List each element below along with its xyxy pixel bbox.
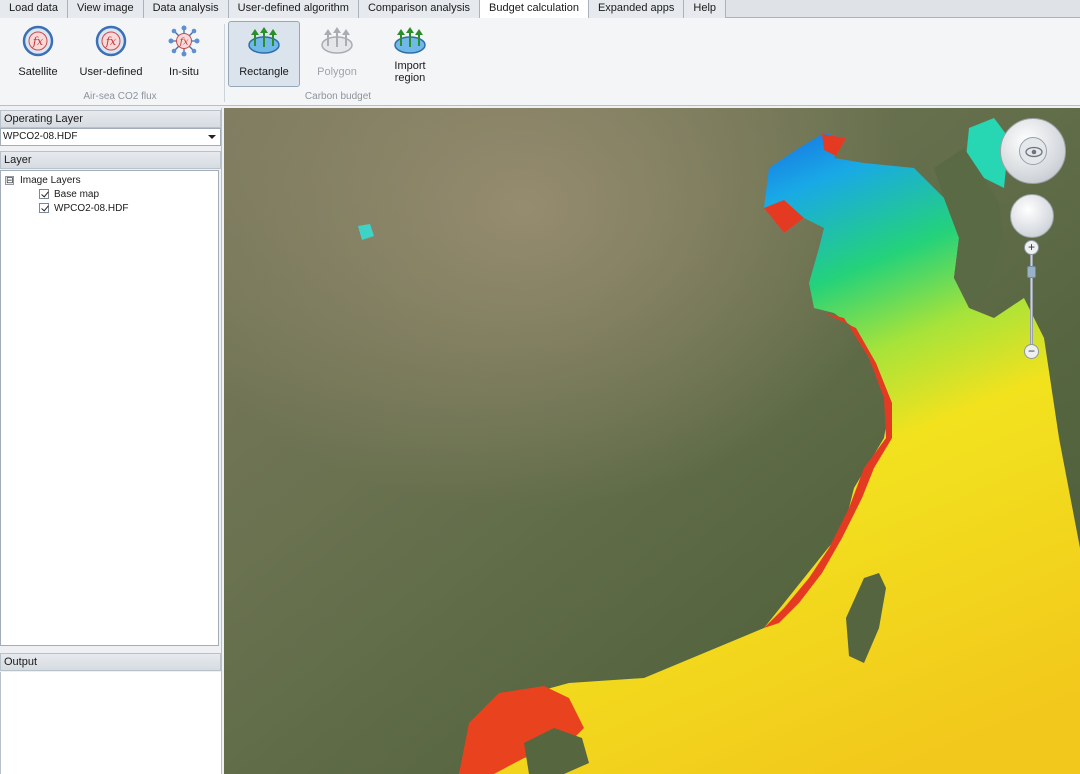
tree-item-label: Base map: [54, 188, 100, 200]
ribbon-separator: [224, 24, 225, 102]
output-area: [0, 672, 221, 774]
checkbox-wpco2[interactable]: [39, 203, 49, 213]
left-panel: Operating Layer WPCO2-08.HDF Layer ⊟ Ima…: [0, 108, 222, 774]
zoom-out-button[interactable]: −: [1024, 344, 1039, 359]
polygon-label: Polygon: [317, 66, 357, 78]
zoom-in-button[interactable]: +: [1024, 240, 1039, 255]
operating-layer-value: WPCO2-08.HDF: [3, 131, 78, 142]
checkbox-base-map[interactable]: [39, 189, 49, 199]
import-region-label: Import region: [394, 60, 426, 84]
zoom-slider-handle[interactable]: [1027, 266, 1036, 278]
svg-text:fx: fx: [105, 35, 117, 48]
satellite-map-image: [224, 108, 1080, 774]
user-defined-label: User-defined: [79, 66, 143, 78]
chevron-down-icon[interactable]: [208, 135, 216, 139]
rectangle-region-icon: [248, 27, 280, 54]
satellite-label: Satellite: [18, 66, 58, 78]
tree-item-base-map[interactable]: Base map: [39, 187, 99, 201]
tab-user-defined-algorithm[interactable]: User-defined algorithm: [228, 0, 359, 18]
operating-layer-select[interactable]: WPCO2-08.HDF: [0, 128, 221, 146]
map-view[interactable]: + −: [224, 108, 1080, 774]
polygon-button[interactable]: Polygon: [302, 22, 372, 86]
tab-data-analysis[interactable]: Data analysis: [143, 0, 229, 18]
tree-item-wpco2[interactable]: WPCO2-08.HDF: [39, 201, 128, 215]
rectangle-button[interactable]: Rectangle: [228, 21, 300, 87]
layer-tree: ⊟ Image Layers Base map WPCO2-08.HDF: [0, 170, 219, 646]
in-situ-button[interactable]: fx In-situ: [149, 22, 219, 86]
ribbon-panel: fx Satellite fx User-defined fx In-situ …: [0, 18, 1080, 106]
svg-text:fx: fx: [32, 35, 44, 48]
eye-icon[interactable]: [1019, 137, 1047, 165]
output-header: Output: [0, 653, 221, 671]
group-label-air-sea-flux: Air-sea CO2 flux: [83, 91, 157, 102]
tree-item-image-layers[interactable]: ⊟ Image Layers: [5, 173, 81, 187]
group-label-carbon-budget: Carbon budget: [304, 91, 372, 102]
tab-budget-calculation[interactable]: Budget calculation: [480, 0, 589, 19]
operating-layer-header: Operating Layer: [0, 110, 221, 128]
in-situ-label: In-situ: [169, 66, 199, 78]
tab-comparison-analysis[interactable]: Comparison analysis: [358, 0, 481, 18]
fx-icon: fx: [22, 25, 54, 57]
ribbon-tab-bar: Load data View image Data analysis User-…: [0, 0, 1080, 19]
rectangle-label: Rectangle: [239, 66, 289, 78]
tree-item-label: Image Layers: [20, 174, 81, 186]
user-defined-button[interactable]: fx User-defined: [76, 22, 146, 86]
svg-text:fx: fx: [179, 37, 190, 48]
tab-expanded-apps[interactable]: Expanded apps: [588, 0, 685, 18]
map-tilt-control[interactable]: [1010, 194, 1054, 238]
fx-network-icon: fx: [168, 25, 200, 57]
eye-glyph: [1025, 146, 1043, 158]
import-region-icon: [394, 27, 426, 54]
tree-item-label: WPCO2-08.HDF: [54, 202, 129, 214]
zoom-slider-track[interactable]: [1030, 248, 1033, 352]
collapse-icon[interactable]: ⊟: [5, 175, 14, 185]
layer-header: Layer: [0, 151, 221, 169]
satellite-button[interactable]: fx Satellite: [3, 22, 73, 86]
import-region-button[interactable]: Import region: [375, 22, 445, 86]
polygon-region-icon: [321, 27, 353, 54]
fx-icon: fx: [95, 25, 127, 57]
tab-load-data[interactable]: Load data: [0, 0, 68, 18]
tab-view-image[interactable]: View image: [67, 0, 144, 18]
tab-help[interactable]: Help: [684, 0, 727, 18]
